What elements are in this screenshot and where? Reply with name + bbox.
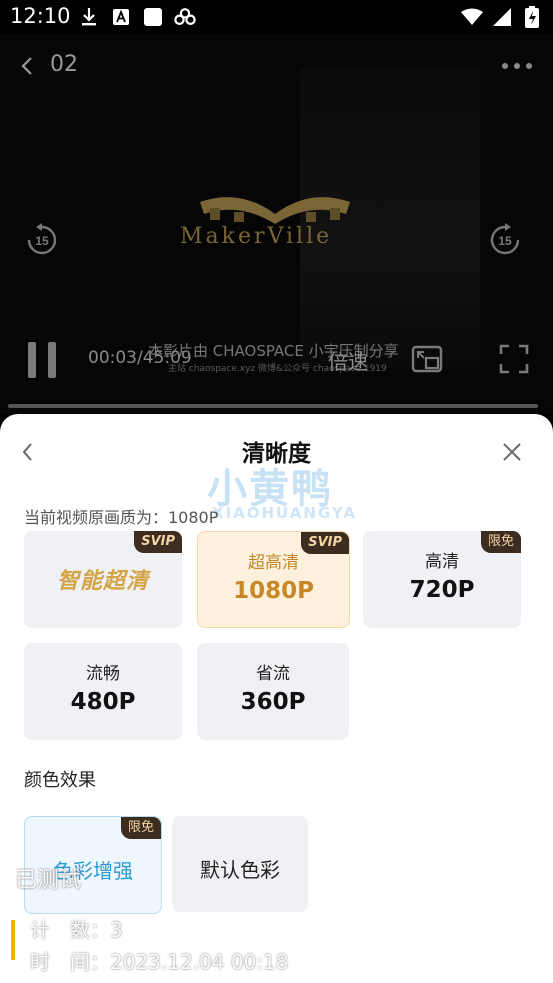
status-icons-right [461,6,543,28]
forward-15-button[interactable]: 15 [487,222,523,258]
quality-option-720p[interactable]: 高清 720P 限免 [363,531,521,628]
watermark-en: XIAOHUANGYA [212,504,357,522]
svip-badge: SVIP [134,531,182,553]
close-icon[interactable] [501,441,523,463]
quality-value: 1080P [233,578,314,604]
current-quality-text: 当前视频原画质为：1080P [24,508,219,527]
font-a-icon [110,6,132,28]
back-button[interactable] [16,54,40,78]
quality-option-360p[interactable]: 省流 360P [197,643,349,740]
status-bar: 12:10 [0,0,553,34]
color-effect-title: 颜色效果 [24,770,96,791]
free-limited-badge: 限免 [480,531,521,553]
status-icons-left [78,6,196,28]
quality-option-480p[interactable]: 流畅 480P [24,643,182,740]
square-app-icon [142,6,164,28]
cellular-signal-icon [491,6,513,28]
quality-label: 省流 [256,664,290,684]
test-overlay-time: 时 间：2023.12.04 00:18 [30,950,289,974]
download-icon [78,6,100,28]
svg-text:15: 15 [498,234,512,248]
color-option-label: 默认色彩 [200,858,280,882]
test-overlay-accent-bar [11,920,15,960]
wifi-icon [461,6,483,28]
pause-button[interactable] [26,340,60,380]
episode-title: 02 [50,52,78,77]
quality-option-smart-hd[interactable]: 智能超清 SVIP [24,531,182,628]
link-icon [174,6,196,28]
test-overlay-count: 计 数：3 [30,918,123,942]
video-player[interactable]: 02 MakerVille 15 15 00:03/45:09 本影片由 CHA… [0,34,553,414]
battery-icon [521,6,543,28]
color-option-default[interactable]: 默认色彩 [172,816,308,912]
picture-in-picture-icon[interactable] [410,342,444,376]
smart-hd-label: 智能超清 [56,569,149,594]
progress-bar[interactable] [8,404,538,408]
svip-badge: SVIP [301,532,349,554]
speed-button[interactable]: 倍速 [328,346,368,375]
more-options-button[interactable] [501,56,533,76]
status-time: 12:10 [10,4,71,28]
quality-option-1080p[interactable]: 超高清 1080P SVIP [197,531,350,628]
fullscreen-icon[interactable] [497,342,531,376]
resolution-sheet: 清晰度 小黄鸭 XIAOHUANGYA 当前视频原画质为：1080P 智能超清 … [0,414,553,983]
svg-text:15: 15 [35,234,49,248]
quality-value: 360P [240,689,306,715]
quality-value: 720P [409,577,475,603]
quality-label: 流畅 [86,664,120,684]
free-limited-badge: 限免 [120,817,161,839]
rewind-15-button[interactable]: 15 [24,222,60,258]
quality-value: 480P [70,689,136,715]
logo-text: MakerVille [180,224,333,249]
test-overlay-label: 已测试 [15,868,82,893]
